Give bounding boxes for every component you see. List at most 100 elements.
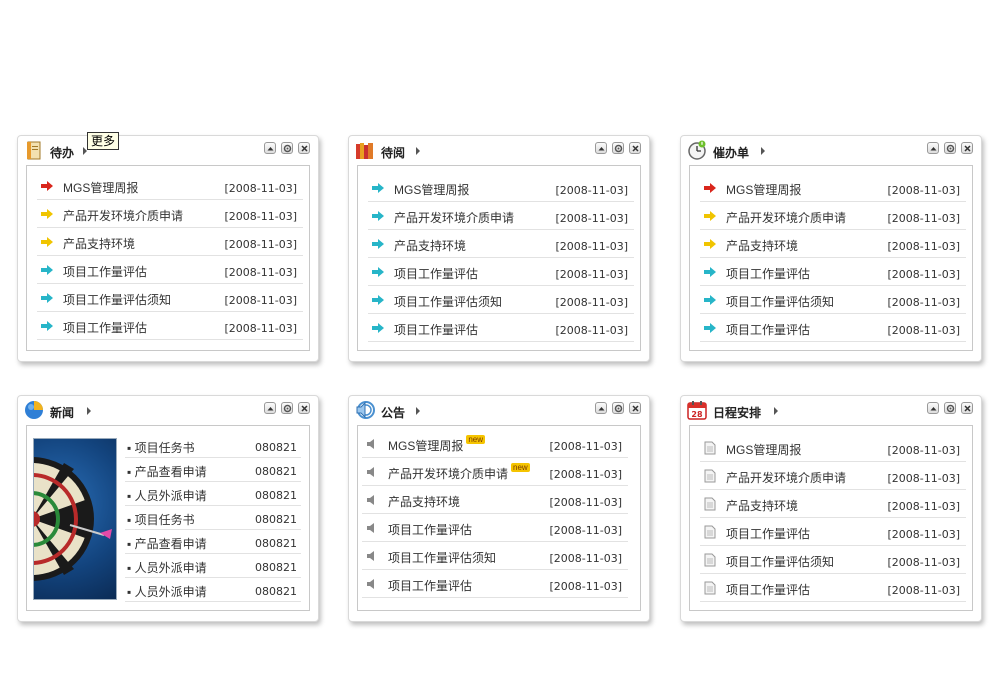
settings-button[interactable] [944, 142, 956, 154]
collapse-button[interactable] [264, 402, 276, 414]
item-title[interactable]: 产品开发环境介质申请 [726, 469, 846, 486]
close-button[interactable] [298, 142, 310, 154]
item-title[interactable]: 项目工作量评估 [726, 581, 810, 598]
item-title[interactable]: 项目工作量评估 [63, 319, 147, 336]
list-item[interactable]: 产品开发环境介质申请 [2008-11-03] [700, 202, 966, 230]
item-title[interactable]: 项目工作量评估 [394, 321, 478, 338]
list-item[interactable]: 项目工作量评估 [2008-11-03] [37, 256, 303, 284]
list-item[interactable]: 项目工作量评估 [2008-11-03] [37, 312, 303, 340]
list-item[interactable]: MGS管理周报 new [2008-11-03] [362, 430, 628, 458]
news-item[interactable]: ▪ 项目任务书 080821 [125, 434, 301, 458]
list-item[interactable]: 产品支持环境 [2008-11-03] [37, 228, 303, 256]
item-title-wrap[interactable]: MGS管理周报 new [388, 435, 486, 454]
list-item[interactable]: 项目工作量评估 [2008-11-03] [368, 314, 634, 342]
news-panel-title[interactable]: 新闻 [50, 404, 74, 421]
list-item[interactable]: 项目工作量评估 [2008-11-03] [700, 258, 966, 286]
news-item[interactable]: ▪ 产品查看申请 080821 [125, 530, 301, 554]
list-item[interactable]: 项目工作量评估须知 [2008-11-03] [700, 546, 966, 574]
settings-button[interactable] [281, 142, 293, 154]
list-item[interactable]: 产品开发环境介质申请 [2008-11-03] [368, 202, 634, 230]
news-item-title[interactable]: ▪ 产品查看申请 [127, 535, 207, 552]
list-item[interactable]: MGS管理周报 [2008-11-03] [368, 174, 634, 202]
item-title[interactable]: MGS管理周报 [394, 181, 469, 198]
item-title[interactable]: 项目工作量评估须知 [63, 291, 171, 308]
list-item[interactable]: 项目工作量评估须知 [2008-11-03] [368, 286, 634, 314]
item-title[interactable]: 产品支持环境 [726, 237, 798, 254]
news-expand-icon[interactable] [87, 407, 91, 415]
settings-button[interactable] [612, 142, 624, 154]
list-item[interactable]: 产品支持环境 [2008-11-03] [362, 486, 628, 514]
item-title[interactable]: 产品开发环境介质申请 [394, 209, 514, 226]
item-title[interactable]: 产品支持环境 [63, 235, 135, 252]
news-item[interactable]: ▪ 人员外派申请 080821 [125, 554, 301, 578]
urge-expand-icon[interactable] [761, 147, 765, 155]
dartboard-image[interactable] [33, 438, 117, 600]
item-title[interactable]: MGS管理周报 [726, 181, 801, 198]
list-item[interactable]: 产品开发环境介质申请 new [2008-11-03] [362, 458, 628, 486]
list-item[interactable]: 产品开发环境介质申请 [2008-11-03] [37, 200, 303, 228]
item-title[interactable]: 产品支持环境 [388, 493, 460, 510]
news-item-title[interactable]: ▪ 人员外派申请 [127, 559, 207, 576]
urge-panel-title[interactable]: 催办单 [713, 144, 749, 161]
list-item[interactable]: MGS管理周报 [2008-11-03] [37, 172, 303, 200]
list-item[interactable]: 项目工作量评估 [2008-11-03] [368, 258, 634, 286]
item-title[interactable]: 产品支持环境 [394, 237, 466, 254]
collapse-button[interactable] [264, 142, 276, 154]
list-item[interactable]: 产品开发环境介质申请 [2008-11-03] [700, 462, 966, 490]
item-title[interactable]: 项目工作量评估 [63, 263, 147, 280]
collapse-button[interactable] [927, 142, 939, 154]
news-item-title[interactable]: ▪ 产品查看申请 [127, 463, 207, 480]
item-title[interactable]: 项目工作量评估须知 [388, 549, 496, 566]
list-item[interactable]: 项目工作量评估须知 [2008-11-03] [362, 542, 628, 570]
close-button[interactable] [961, 402, 973, 414]
settings-button[interactable] [612, 402, 624, 414]
collapse-button[interactable] [927, 402, 939, 414]
news-item-title[interactable]: ▪ 人员外派申请 [127, 583, 207, 600]
item-title[interactable]: MGS管理周报 [726, 441, 801, 458]
list-item[interactable]: MGS管理周报 [2008-11-03] [700, 434, 966, 462]
read-expand-icon[interactable] [416, 147, 420, 155]
list-item[interactable]: 产品支持环境 [2008-11-03] [700, 230, 966, 258]
list-item[interactable]: 项目工作量评估须知 [2008-11-03] [700, 286, 966, 314]
close-button[interactable] [298, 402, 310, 414]
list-item[interactable]: 项目工作量评估 [2008-11-03] [700, 518, 966, 546]
read-panel-title[interactable]: 待阅 [381, 144, 405, 161]
news-item-title[interactable]: ▪ 人员外派申请 [127, 487, 207, 504]
item-title[interactable]: 项目工作量评估 [388, 577, 472, 594]
news-item-title[interactable]: ▪ 项目任务书 [127, 439, 195, 456]
item-title[interactable]: MGS管理周报 [388, 439, 463, 453]
list-item[interactable]: 产品支持环境 [2008-11-03] [368, 230, 634, 258]
item-title[interactable]: 产品开发环境介质申请 [63, 207, 183, 224]
list-item[interactable]: 项目工作量评估 [2008-11-03] [700, 574, 966, 602]
schedule-expand-icon[interactable] [774, 407, 778, 415]
list-item[interactable]: 项目工作量评估须知 [2008-11-03] [37, 284, 303, 312]
news-item[interactable]: ▪ 人员外派申请 080821 [125, 578, 301, 602]
notice-panel-title[interactable]: 公告 [381, 404, 405, 421]
list-item[interactable]: 项目工作量评估 [2008-11-03] [362, 570, 628, 598]
news-item[interactable]: ▪ 项目任务书 080821 [125, 506, 301, 530]
collapse-button[interactable] [595, 402, 607, 414]
item-title[interactable]: 项目工作量评估 [726, 321, 810, 338]
item-title[interactable]: 项目工作量评估 [726, 525, 810, 542]
list-item[interactable]: 产品支持环境 [2008-11-03] [700, 490, 966, 518]
item-title[interactable]: 产品开发环境介质申请 [726, 209, 846, 226]
item-title[interactable]: 项目工作量评估须知 [394, 293, 502, 310]
item-title[interactable]: MGS管理周报 [63, 179, 138, 196]
collapse-button[interactable] [595, 142, 607, 154]
item-title[interactable]: 产品支持环境 [726, 497, 798, 514]
schedule-panel-title[interactable]: 日程安排 [713, 404, 761, 421]
close-button[interactable] [961, 142, 973, 154]
list-item[interactable]: MGS管理周报 [2008-11-03] [700, 174, 966, 202]
item-title[interactable]: 项目工作量评估须知 [726, 293, 834, 310]
todo-panel-title[interactable]: 待办 [50, 144, 74, 161]
item-title[interactable]: 产品开发环境介质申请 [388, 467, 508, 481]
item-title[interactable]: 项目工作量评估 [726, 265, 810, 282]
news-item[interactable]: ▪ 人员外派申请 080821 [125, 482, 301, 506]
news-item[interactable]: ▪ 产品查看申请 080821 [125, 458, 301, 482]
list-item[interactable]: 项目工作量评估 [2008-11-03] [700, 314, 966, 342]
close-button[interactable] [629, 402, 641, 414]
settings-button[interactable] [944, 402, 956, 414]
item-title[interactable]: 项目工作量评估 [394, 265, 478, 282]
close-button[interactable] [629, 142, 641, 154]
notice-expand-icon[interactable] [416, 407, 420, 415]
